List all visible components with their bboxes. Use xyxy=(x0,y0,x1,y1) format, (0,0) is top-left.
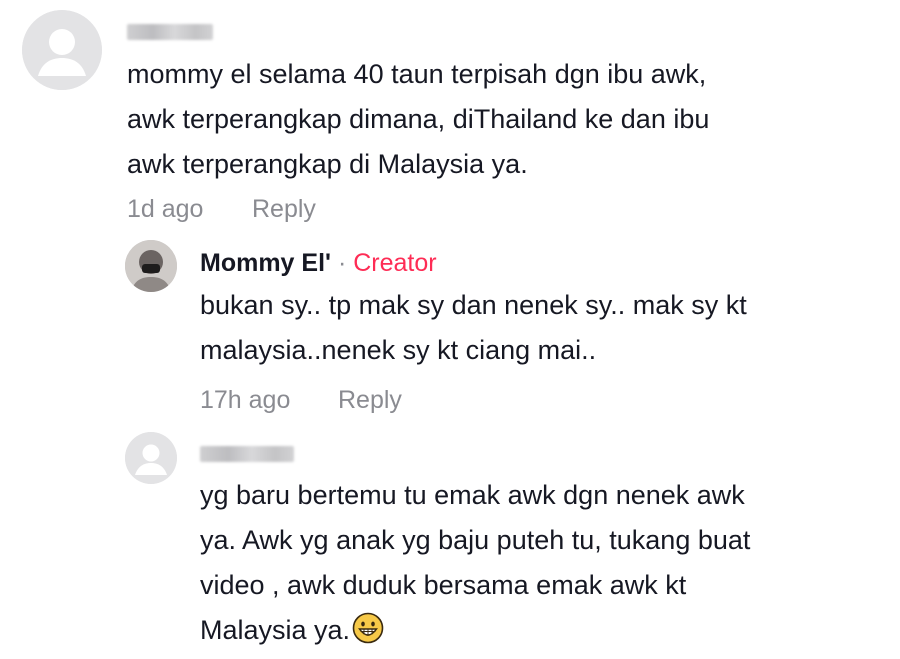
grinning-face-emoji-icon xyxy=(352,612,384,644)
default-user-icon xyxy=(22,10,102,90)
creator-name-line: Mommy El' · Creator xyxy=(200,248,437,278)
avatar[interactable] xyxy=(125,432,177,484)
reply-text: yg baru bertemu tu emak awk dgn nenek aw… xyxy=(200,473,750,653)
default-user-icon xyxy=(125,432,177,484)
username-redacted[interactable] xyxy=(127,24,213,40)
username-redacted[interactable] xyxy=(200,446,294,462)
creator-username[interactable]: Mommy El' xyxy=(200,249,331,277)
comment-timestamp: 1d ago xyxy=(127,195,204,223)
reply-button[interactable]: Reply xyxy=(252,194,316,224)
reply-text: bukan sy.. tp mak sy dan nenek sy.. mak … xyxy=(200,290,747,365)
creator-photo-icon xyxy=(125,240,177,292)
creator-avatar[interactable] xyxy=(125,240,177,292)
reply-button[interactable]: Reply xyxy=(338,385,402,415)
creator-badge: Creator xyxy=(353,249,437,277)
comment-text: mommy el selama 40 taun terpisah dgn ibu… xyxy=(127,59,710,179)
avatar[interactable] xyxy=(22,10,102,90)
separator-dot: · xyxy=(337,249,347,277)
reply-text-body: yg baru bertemu tu emak awk dgn nenek aw… xyxy=(200,480,751,645)
reply-timestamp: 17h ago xyxy=(200,386,291,414)
